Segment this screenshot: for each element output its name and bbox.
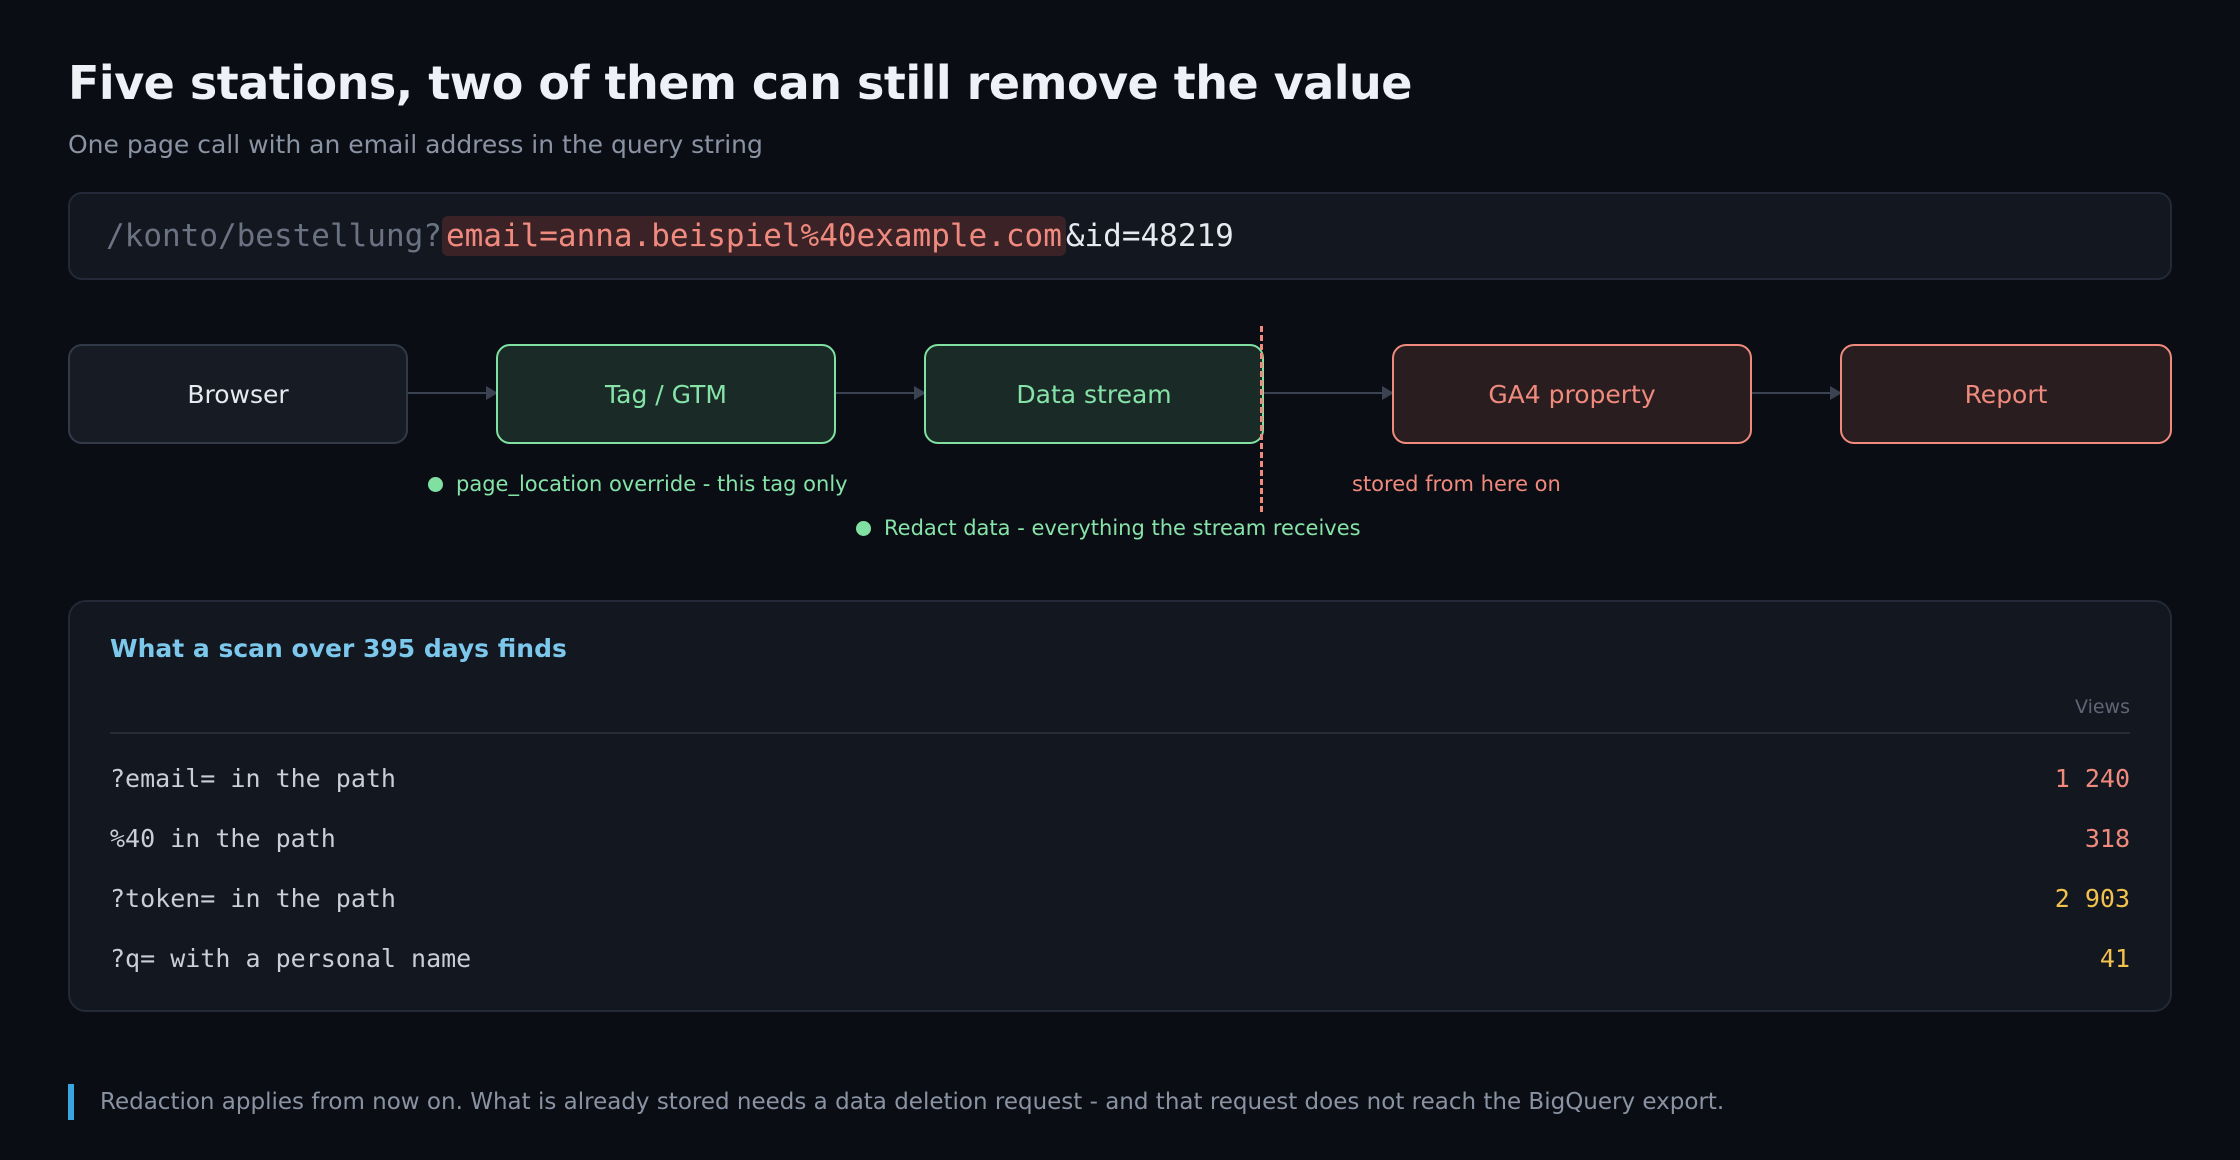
scan-panel: What a scan over 395 days finds Views ?e…: [68, 600, 2172, 1012]
footer-callout: Redaction applies from now on. What is a…: [68, 1084, 1724, 1120]
arrow-tag-to-stream: [836, 386, 926, 400]
green-dot-icon: [856, 520, 871, 536]
note-stream-redact: Redact data - everything the stream rece…: [856, 516, 1361, 540]
scan-column-header: Views: [2075, 696, 2130, 718]
row-value: 318: [2084, 823, 2130, 853]
note-stream-text: Redact data - everything the stream rece…: [884, 516, 1361, 540]
row-label: ?q= with a personal name: [110, 943, 472, 973]
station-tag-gtm: Tag / GTM: [496, 344, 836, 444]
scan-title: What a scan over 395 days finds: [110, 634, 567, 663]
arrow-stream-to-property: [1264, 386, 1394, 400]
station-data-stream: Data stream: [924, 344, 1264, 444]
row-label: ?email= in the path: [110, 763, 396, 793]
note-tag-text: page_location override - this tag only: [456, 472, 848, 496]
note-stored-text: stored from here on: [1352, 472, 1561, 496]
row-label: ?token= in the path: [110, 883, 396, 913]
table-row: ?token= in the path 2 903: [110, 878, 2130, 918]
storage-cutoff-line: [1260, 326, 1263, 512]
table-row: ?q= with a personal name 41: [110, 938, 2130, 978]
station-browser: Browser: [68, 344, 408, 444]
station-ga4-property: GA4 property: [1392, 344, 1752, 444]
page: Five stations, two of them can still rem…: [0, 0, 2240, 1160]
row-label: %40 in the path: [110, 823, 336, 853]
note-stored: stored from here on: [1352, 472, 1561, 496]
table-row: ?email= in the path 1 240: [110, 758, 2130, 798]
station-report: Report: [1840, 344, 2172, 444]
row-value: 41: [2099, 943, 2130, 973]
scan-divider: [110, 732, 2130, 734]
table-row: %40 in the path 318: [110, 818, 2130, 858]
row-value: 2 903: [2054, 883, 2130, 913]
arrow-browser-to-tag: [408, 386, 498, 400]
row-value: 1 240: [2054, 763, 2130, 793]
flow-diagram: Browser Tag / GTM Data stream GA4 proper…: [0, 0, 2240, 580]
arrow-property-to-report: [1752, 386, 1842, 400]
note-tag-override: page_location override - this tag only: [428, 472, 848, 496]
green-dot-icon: [428, 476, 443, 492]
footer-note: Redaction applies from now on. What is a…: [100, 1089, 1725, 1115]
